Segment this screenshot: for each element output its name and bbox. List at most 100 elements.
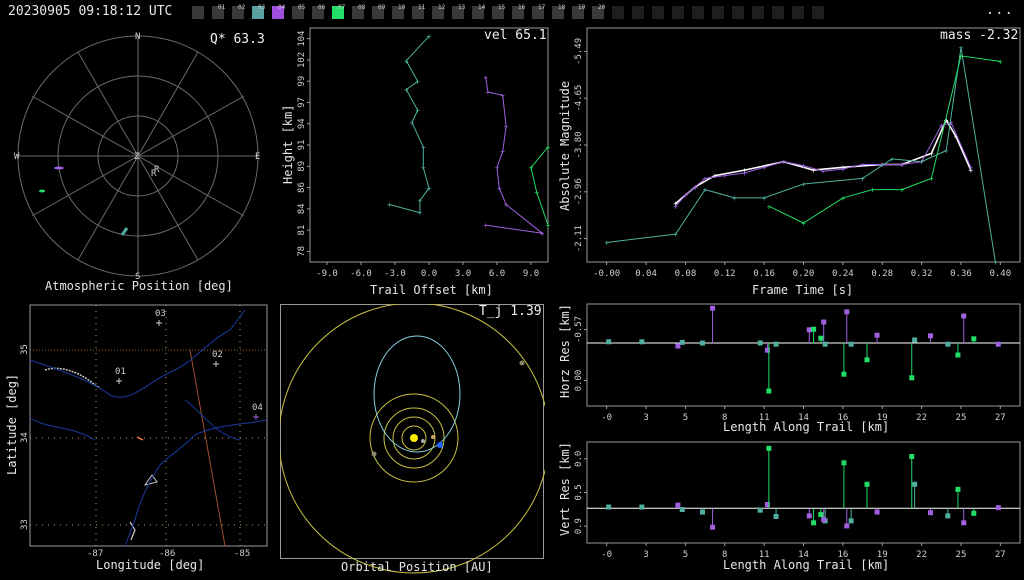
data-point: + (673, 202, 678, 211)
x-tick-label: 0.40 (989, 269, 1011, 279)
plot-frame (309, 27, 549, 263)
y-tick-label: 97 (297, 97, 307, 108)
data-point (928, 510, 934, 516)
data-point: + (418, 196, 423, 205)
data-point: + (410, 118, 415, 127)
x-tick-label: -9.0 (316, 269, 338, 279)
x-tick-label: -3.0 (384, 269, 406, 279)
station-markers[interactable] (116, 320, 259, 420)
vert-ylabel: Vert Res [km] (558, 442, 572, 536)
mass-stat: mass -2.32 (940, 28, 1019, 43)
data-point: + (504, 123, 509, 132)
data-point (848, 518, 854, 524)
data-point (841, 460, 847, 466)
series-line (485, 77, 545, 235)
x-tick-label: 27 (995, 550, 1006, 560)
data-point: + (546, 221, 551, 230)
data-point (811, 520, 817, 526)
data-point: + (801, 180, 806, 189)
data-point: + (713, 172, 718, 181)
data-point (864, 481, 870, 487)
data-point: + (529, 164, 534, 173)
data-point (909, 375, 915, 381)
data-point (945, 341, 951, 347)
station-label-04: 04 (252, 403, 263, 413)
vel-stat: vel 65.1 (484, 28, 547, 43)
data-point: + (604, 239, 609, 248)
trail-xlabel: Trail Offset [km] (370, 283, 493, 297)
data-point: + (495, 164, 500, 173)
plot-frame (586, 303, 1021, 407)
ground-track (136, 436, 144, 441)
data-point (841, 371, 847, 377)
data-point: + (673, 230, 678, 239)
data-point (818, 512, 824, 518)
x-tick-label: 27 (995, 413, 1006, 423)
y-tick-label: 0.0 (574, 451, 584, 467)
x-tick-label: 0.20 (793, 269, 815, 279)
map-panel[interactable]: 03 01 02 04 -87 -86 -85 35 34 33 Longitu… (0, 300, 275, 576)
y-tick-label: -2.96 (574, 178, 584, 205)
data-point (811, 326, 817, 332)
x-tick-label: 0.36 (950, 269, 972, 279)
data-point: + (929, 174, 934, 183)
x-tick-label: 0.32 (911, 269, 933, 279)
x-tick-label: -0 (601, 413, 612, 423)
x-tick-label: 6.0 (489, 269, 505, 279)
station-label-01: 01 (115, 367, 126, 377)
y-tick-label: 86 (297, 182, 307, 193)
y-tick-label: 81 (297, 225, 307, 236)
data-point (864, 357, 870, 363)
data-point: + (504, 201, 509, 210)
x-tick-label: 22 (916, 550, 927, 560)
data-point: + (683, 191, 688, 200)
x-tick-label: 3 (643, 550, 648, 560)
y-tick-label: 0.5 (574, 484, 584, 500)
station-label-02: 02 (212, 350, 223, 360)
data-point (995, 505, 1001, 511)
data-point: + (944, 147, 949, 156)
data-point (757, 507, 763, 513)
data-point: + (497, 184, 502, 193)
x-tick-label: 9.0 (523, 269, 539, 279)
data-point: + (781, 158, 786, 167)
data-point (766, 388, 772, 394)
x-tick-label: 0.16 (753, 269, 775, 279)
tj-stat: T_j 1.39 (479, 304, 542, 319)
x-tick-label: 25 (956, 550, 967, 560)
vert-xlabel: Length Along Trail [km] (723, 558, 890, 572)
data-point: + (899, 161, 904, 170)
data-point: + (415, 77, 420, 86)
earth-icon (437, 442, 443, 448)
horz-ylabel: Horz Res [km] (558, 304, 572, 398)
data-point (675, 502, 681, 508)
data-point (971, 510, 977, 516)
map-xlabel: Longitude [deg] (96, 558, 205, 572)
y-tick-label: 104 (297, 31, 307, 47)
data-point (639, 339, 645, 345)
orbit-panel[interactable]: T_j 1.39 Orbital Position [AU] (278, 302, 550, 576)
data-point (773, 341, 779, 347)
x-tick-label: 25 (956, 413, 967, 423)
data-point: + (483, 73, 488, 82)
y-tick-label: 0.00 (574, 370, 584, 392)
data-point: + (427, 184, 432, 193)
data-point: + (500, 147, 505, 156)
data-point (639, 504, 645, 510)
planet-icon-4 (519, 360, 525, 366)
y-tick-label: 84 (297, 203, 307, 214)
sun-icon (410, 434, 418, 442)
data-point (821, 319, 827, 325)
data-point: + (968, 163, 973, 172)
map-ytick-2: 33 (20, 519, 30, 530)
data-point (912, 481, 918, 487)
y-tick-label: -0.57 (574, 316, 584, 343)
trail-ylabel: Height [km] (281, 104, 295, 184)
data-point (848, 341, 854, 347)
data-point: + (546, 143, 551, 152)
data-point (971, 336, 977, 342)
data-point: + (959, 52, 964, 61)
data-point: + (890, 155, 895, 164)
map-rivers (29, 309, 268, 547)
x-tick-label: 5 (683, 550, 688, 560)
